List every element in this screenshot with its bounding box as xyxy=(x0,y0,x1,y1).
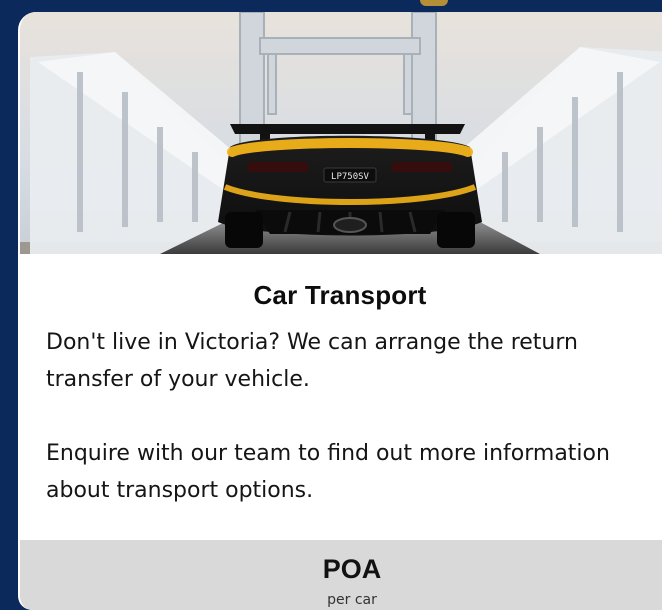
description-line-3: Enquire with our team to find out more i… xyxy=(46,441,610,466)
card-description: Don't live in Victoria? We can arrange t… xyxy=(46,324,662,546)
card-title: Car Transport xyxy=(253,280,427,310)
license-plate: LP750SV xyxy=(323,167,377,183)
car xyxy=(218,124,482,248)
service-card: LP750SV Car Transport Don't live in Vict… xyxy=(18,12,662,610)
license-plate-text: LP750SV xyxy=(331,172,370,182)
page: LP750SV Car Transport Don't live in Vict… xyxy=(0,0,662,610)
price-value: POA xyxy=(322,554,382,584)
hero-image: LP750SV xyxy=(20,12,662,254)
top-accent xyxy=(420,0,448,6)
price-unit: per car xyxy=(327,592,377,608)
description-line-1: Don't live in Victoria? We can arrange t… xyxy=(46,330,578,355)
description-line-2: transfer of your vehicle. xyxy=(46,367,310,392)
hero-illustration: LP750SV xyxy=(20,12,662,254)
description-line-4: about transport options. xyxy=(46,478,314,503)
